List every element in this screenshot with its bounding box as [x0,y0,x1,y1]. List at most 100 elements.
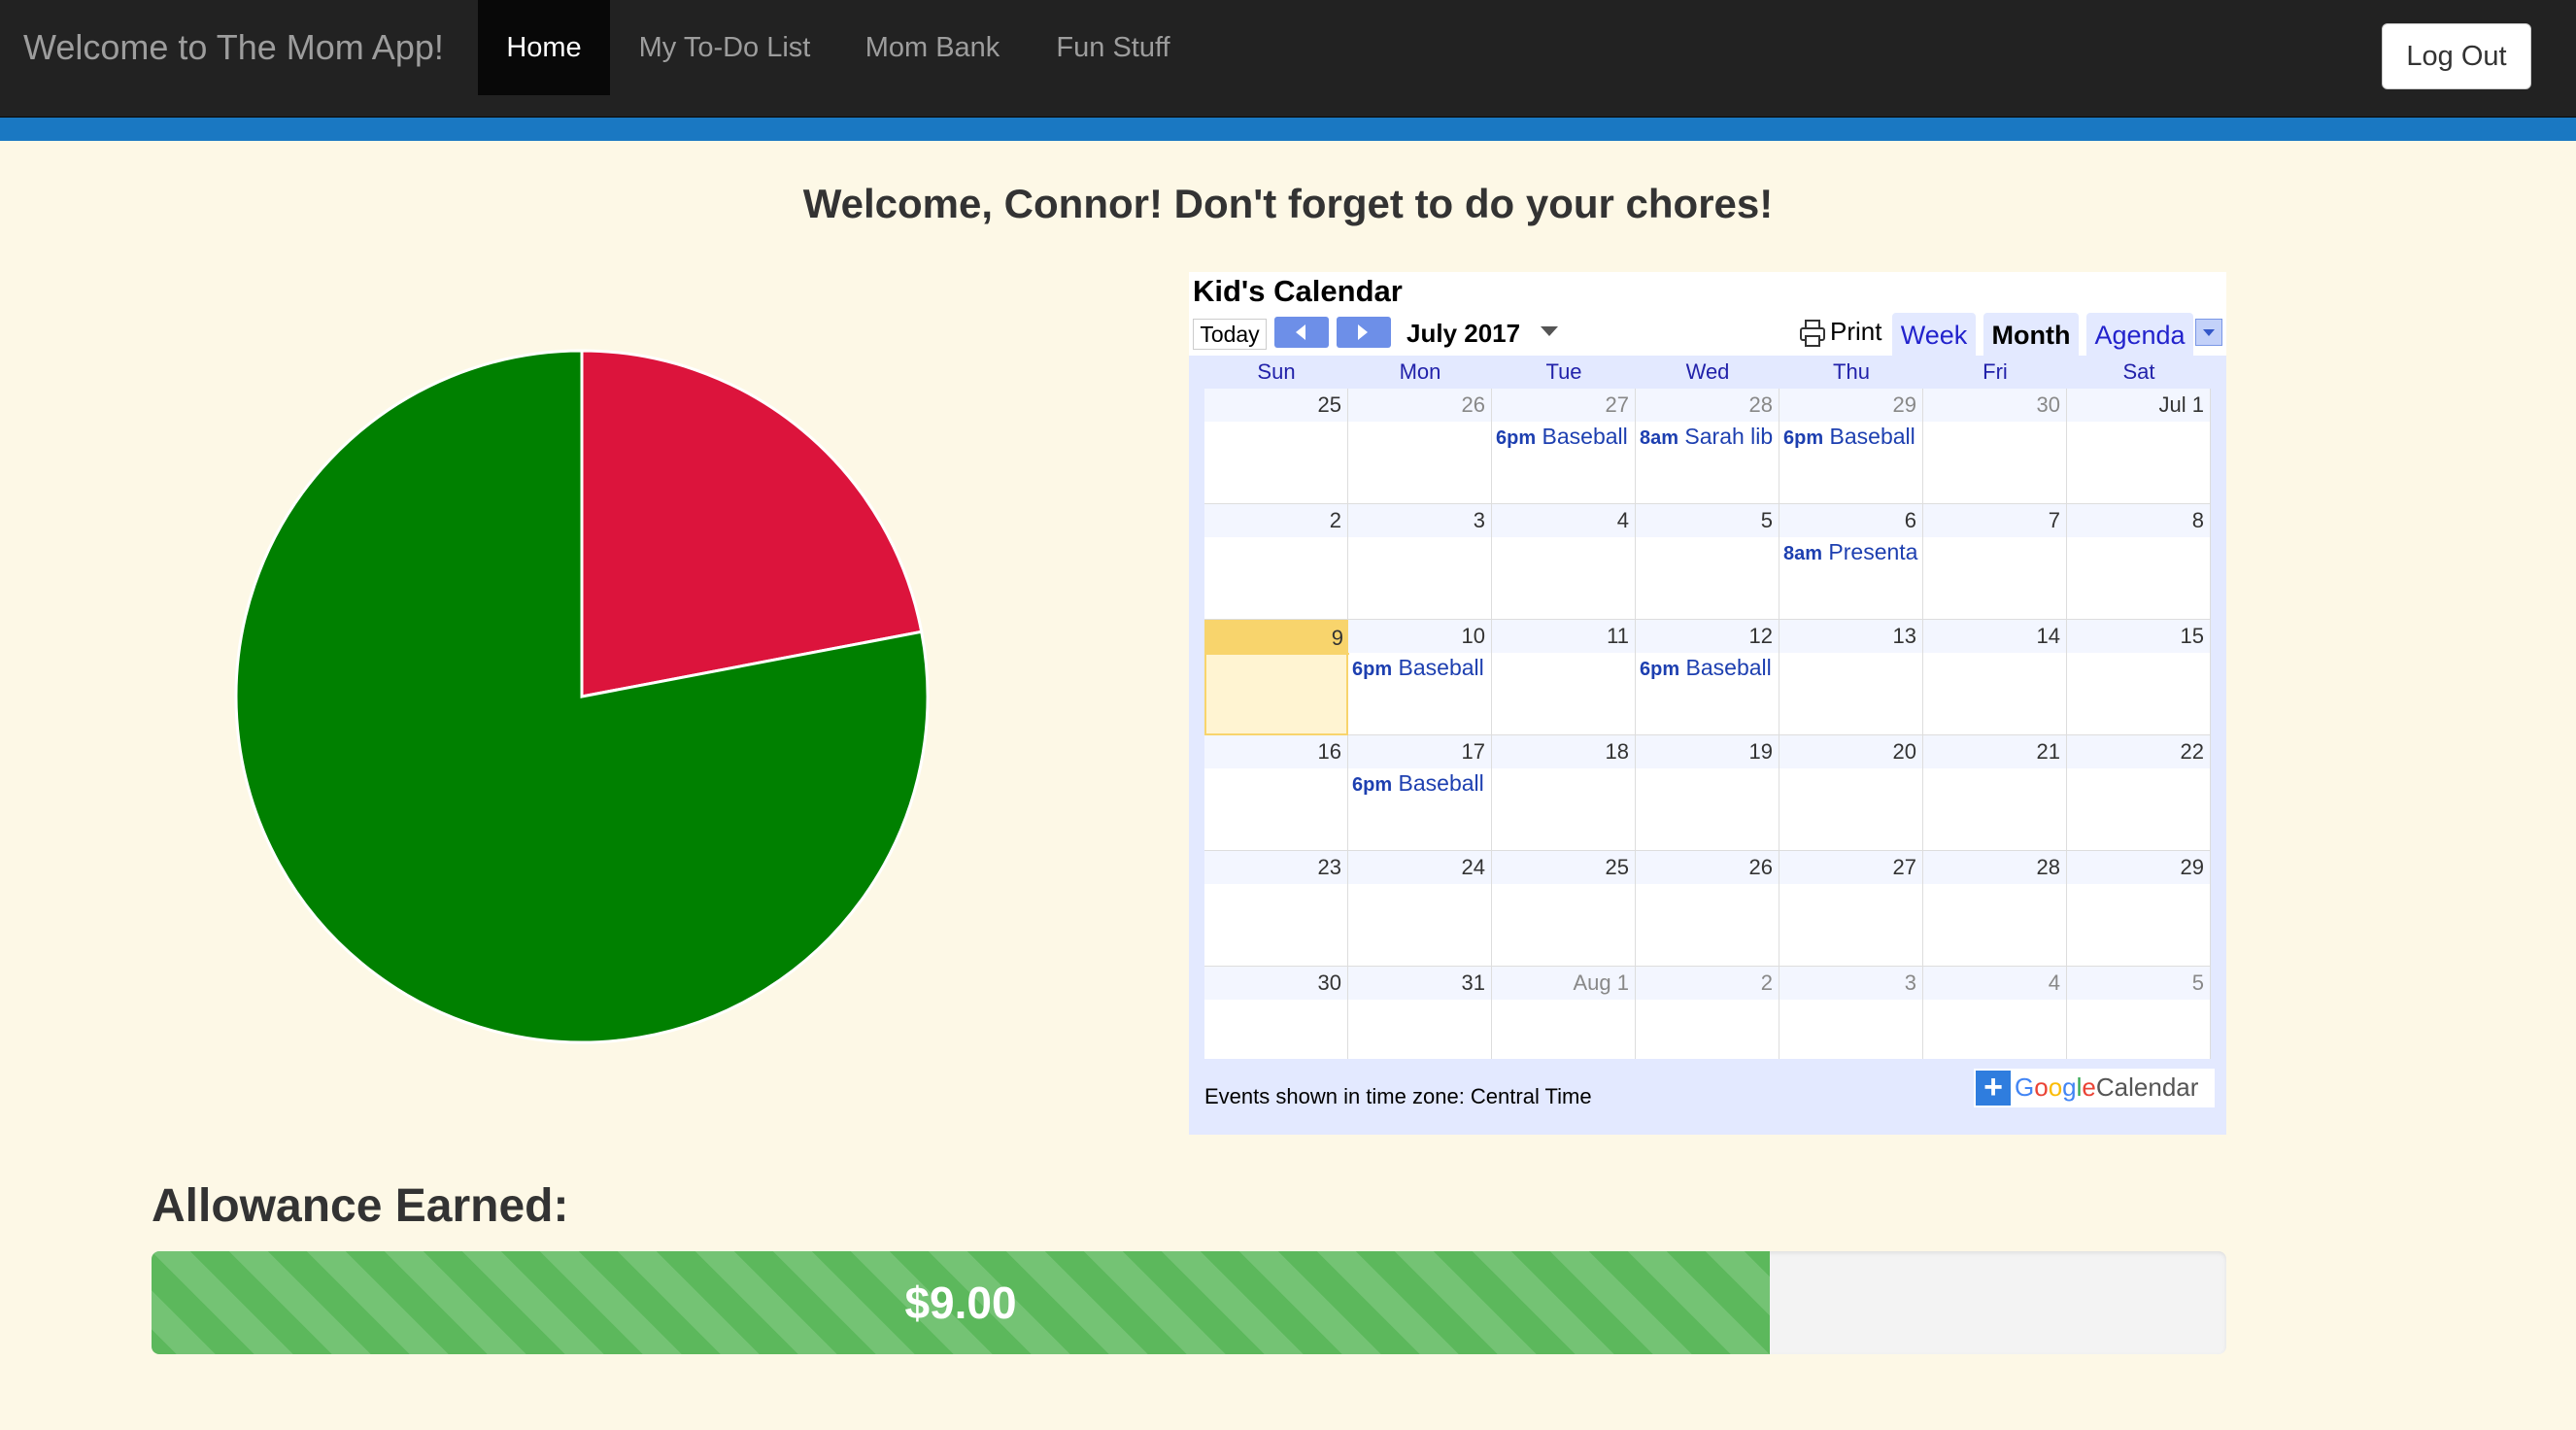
nav-home[interactable]: Home [478,0,610,95]
day-cell[interactable]: 29 [2067,851,2211,967]
nav-mom-bank[interactable]: Mom Bank [839,0,1026,95]
day-cell[interactable]: 2 [1204,504,1348,620]
event-time: 6pm [1496,427,1537,449]
day-cell[interactable]: 13 [1779,620,1923,735]
day-cell[interactable]: 23 [1204,851,1348,967]
calendar-event[interactable]: 6pm Baseball [1352,655,1490,681]
day-cell-header: 19 [1636,735,1779,768]
day-cell-header: 11 [1492,620,1635,653]
day-number: Jul 1 [2158,392,2204,417]
add-to-google-calendar-button[interactable]: + GoogleCalendar [1974,1069,2215,1107]
day-cell[interactable]: 25 [1204,389,1348,504]
prev-month-button[interactable] [1274,317,1329,348]
day-number: 20 [1892,739,1916,764]
tab-agenda[interactable]: Agenda [2086,313,2193,358]
day-cell[interactable]: 4 [1492,504,1636,620]
day-cell[interactable]: 27 [1779,851,1923,967]
day-number: 11 [1607,624,1629,648]
day-number: 31 [1461,970,1485,995]
day-cell-header: 25 [1492,851,1635,884]
day-cell[interactable]: 18 [1492,735,1636,851]
calendar-event[interactable]: 6pm Baseball [1783,424,1921,450]
day-cell-header: 25 [1204,389,1347,422]
day-cell[interactable]: 16 [1204,735,1348,851]
day-cell-header: 17 [1348,735,1491,768]
day-cell[interactable]: 8 [2067,504,2211,620]
day-cell-header: 3 [1779,967,1922,1000]
calendar-event[interactable]: 6pm Baseball [1496,424,1634,450]
plus-icon: + [1976,1071,2011,1106]
day-cell[interactable]: 9 [1204,620,1349,735]
day-cell-header: 5 [2067,967,2210,1000]
dow-label: Wed [1685,359,1730,384]
day-cell-header: 12 [1636,620,1779,653]
day-number: 28 [2036,855,2060,879]
day-cell[interactable]: 19 [1636,735,1779,851]
calendar-event[interactable]: 8am Sarah lib [1640,424,1778,450]
day-cell-header: 3 [1348,504,1491,537]
day-cell-header: Aug 1 [1492,967,1635,1000]
event-title: Sarah lib [1684,424,1774,449]
day-cell[interactable]: 7 [1923,504,2067,620]
day-number: 2 [1760,970,1773,995]
day-cell[interactable]: 27 6pm Baseball [1492,389,1636,504]
view-menu-button[interactable] [2195,319,2222,346]
logout-button[interactable]: Log Out [2382,23,2531,89]
day-cell-header: 18 [1492,735,1635,768]
day-cell[interactable]: 29 6pm Baseball [1779,389,1923,504]
chevron-down-icon [2203,329,2215,336]
day-number: 7 [2048,508,2060,532]
day-cell[interactable]: 26 [1348,389,1492,504]
calendar-event[interactable]: 6pm Baseball [1352,770,1490,797]
day-cell[interactable]: 22 [2067,735,2211,851]
day-cell[interactable]: 12 6pm Baseball [1636,620,1779,735]
day-cell-header: 10 [1348,620,1491,653]
day-cell[interactable]: 3 [1348,504,1492,620]
day-cell[interactable]: Jul 1 [2067,389,2211,504]
day-number: 17 [1461,739,1485,764]
day-cell[interactable]: 15 [2067,620,2211,735]
event-title: Presenta [1828,539,1918,564]
tab-month[interactable]: Month [1983,313,2079,358]
month-dropdown-caret-icon[interactable] [1539,324,1560,338]
day-cell-header: 13 [1779,620,1922,653]
day-cell[interactable]: 30 [1923,389,2067,504]
day-cell-header: 16 [1204,735,1347,768]
day-cell[interactable]: 28 8am Sarah lib [1636,389,1779,504]
dow-label: Tue [1545,359,1582,384]
day-number: 30 [1317,970,1341,995]
day-number: 28 [1748,392,1773,417]
calendar-event[interactable]: 6pm Baseball [1640,655,1778,681]
day-cell[interactable]: 6 8am Presenta [1779,504,1923,620]
day-cell[interactable]: 24 [1348,851,1492,967]
day-cell-header: 4 [1923,967,2066,1000]
day-number: 2 [1329,508,1341,532]
today-button[interactable]: Today [1193,319,1267,350]
day-cell[interactable]: 20 [1779,735,1923,851]
event-title: Baseball [1398,655,1484,680]
nav-todo-list[interactable]: My To-Do List [610,0,839,95]
day-cell[interactable]: 17 6pm Baseball [1348,735,1492,851]
calendar-event[interactable]: 8am Presenta [1783,539,1921,565]
day-cell[interactable]: 14 [1923,620,2067,735]
day-cell-header: 26 [1636,851,1779,884]
event-time: 6pm [1640,659,1680,680]
day-cell[interactable]: 10 6pm Baseball [1348,620,1492,735]
nav-fun-stuff[interactable]: Fun Stuff [1026,0,1201,95]
day-number: 23 [1317,855,1341,879]
day-number: 25 [1317,392,1341,417]
day-cell[interactable]: 11 [1492,620,1636,735]
day-of-week-header: Sun Mon Tue Wed Thu Fri Sat [1204,356,2211,389]
day-cell[interactable]: 25 [1492,851,1636,967]
day-number: 8 [2191,508,2204,532]
next-month-button[interactable] [1337,317,1391,348]
tab-week[interactable]: Week [1892,313,1976,358]
day-cell[interactable]: 28 [1923,851,2067,967]
allowance-amount: $9.00 [904,1277,1017,1328]
day-cell[interactable]: 26 [1636,851,1779,967]
day-cell[interactable]: 21 [1923,735,2067,851]
day-cell[interactable]: 5 [1636,504,1779,620]
calendar-title: Kid's Calendar [1193,274,1403,308]
day-cell-header: 9 [1206,622,1349,655]
app-brand[interactable]: Welcome to The Mom App! [23,0,444,95]
